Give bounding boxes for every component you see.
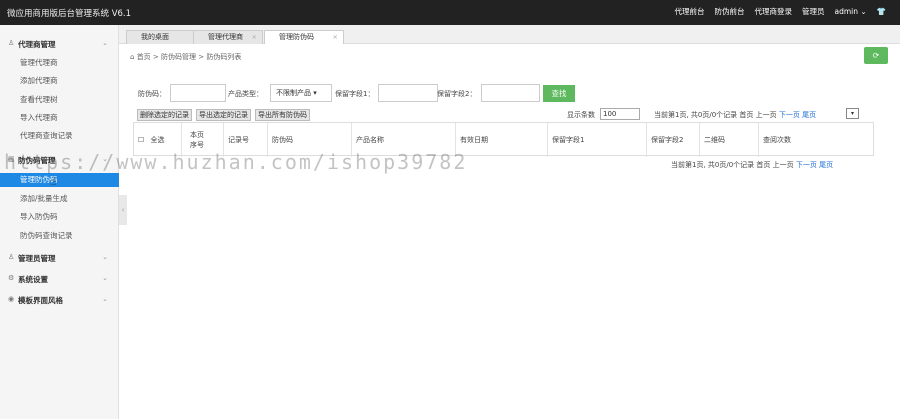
chevron-down-icon: ⌄ xyxy=(102,295,108,303)
header-label: 保留字段2 xyxy=(651,136,684,144)
sidebar-group-label: 管理员管理 xyxy=(18,254,56,263)
breadcrumb-sep: > xyxy=(198,53,205,61)
header-label: 保留字段1 xyxy=(552,136,585,144)
export-all-button[interactable]: 导出所有防伪码 xyxy=(255,109,310,121)
sidebar-group-label: 模板界面风格 xyxy=(18,296,63,305)
product-type-select[interactable]: 不限制产品 ▾ xyxy=(270,84,332,102)
tab-bar: 我的桌面 管理代理商 × 管理防伪码 × xyxy=(119,25,900,44)
sidebar-group-agent[interactable]: ♙ 代理商管理 ⌄ xyxy=(0,35,119,53)
close-icon[interactable]: × xyxy=(252,31,257,44)
sidebar-item-manage-agent[interactable]: 管理代理商 xyxy=(20,56,58,70)
tab-label: 我的桌面 xyxy=(141,33,169,41)
admin-menu[interactable]: admin ⌄ xyxy=(834,7,866,16)
pager-prev[interactable]: 上一页 xyxy=(756,111,777,119)
top-nav: 代理前台 防伪前台 代理商登录 管理员 admin ⌄ 👕 xyxy=(674,6,886,17)
delete-selected-button[interactable]: 删除选定的记录 xyxy=(137,109,192,121)
sidebar-group-label: 代理商管理 xyxy=(18,40,56,49)
sidebar-item-add-agent[interactable]: 添加代理商 xyxy=(20,74,58,88)
header-label: 二维码 xyxy=(704,136,725,144)
code-input[interactable] xyxy=(170,84,226,102)
header-label: 防伪码 xyxy=(272,136,293,144)
sidebar-item-import-code[interactable]: 导入防伪码 xyxy=(20,210,58,224)
page-size-input[interactable]: 100 xyxy=(600,108,640,120)
chevron-down-icon: ⌄ xyxy=(860,7,867,16)
export-selected-button[interactable]: 导出选定的记录 xyxy=(196,109,251,121)
tab-label: 管理代理商 xyxy=(208,33,243,41)
refresh-button[interactable]: ⟳ xyxy=(864,47,888,64)
header-label: 全选 xyxy=(150,136,165,144)
header-label: 记录号 xyxy=(228,136,249,144)
sidebar-item-agent-tree[interactable]: 查看代理树 xyxy=(20,93,58,107)
header-label: 本页序号 xyxy=(190,131,204,149)
admin-role: 管理员 xyxy=(801,7,825,16)
admin-name: admin xyxy=(834,7,858,16)
nav-agent-login[interactable]: 代理商登录 xyxy=(754,6,792,17)
home-icon: ⌂ xyxy=(130,53,135,61)
breadcrumb-home[interactable]: 首页 xyxy=(137,53,151,61)
chevron-down-icon: ⌄ xyxy=(102,253,108,261)
sidebar: ♙ 代理商管理 ⌄ 管理代理商 添加代理商 查看代理树 导入代理商 代理商查询记… xyxy=(0,25,119,419)
select-value: 不限制产品 xyxy=(276,89,311,97)
sidebar-item-code-query-log[interactable]: 防伪码查询记录 xyxy=(20,229,73,243)
watermark-text: https://www.huzhan.com/ishop39782 xyxy=(4,150,468,174)
search-button[interactable]: 查找 xyxy=(543,85,575,102)
app-title: 微应用商用版后台管理系统 V6.1 xyxy=(7,9,132,19)
breadcrumb-level2: 防伪码列表 xyxy=(206,53,242,61)
code-label: 防伪码： xyxy=(138,90,166,98)
header-label: 有效日期 xyxy=(460,136,488,144)
page-size-label: 显示条数 xyxy=(567,111,595,119)
sidebar-item-import-agent[interactable]: 导入代理商 xyxy=(20,111,58,125)
sidebar-item-add-code[interactable]: 添加/批量生成 xyxy=(20,192,68,206)
type-label: 产品类型： xyxy=(228,90,263,98)
breadcrumb-level1[interactable]: 防伪码管理 xyxy=(161,53,196,61)
pager-next[interactable]: 下一页 xyxy=(779,111,800,119)
sidebar-group-admin[interactable]: ♙ 管理员管理 ⌄ xyxy=(0,249,119,267)
breadcrumb-sep: > xyxy=(152,53,159,61)
page-jump-select[interactable]: ▾ xyxy=(846,108,859,119)
nav-agent-front[interactable]: 代理前台 xyxy=(674,6,704,17)
field1-input[interactable] xyxy=(378,84,438,102)
nav-code-front[interactable]: 防伪前台 xyxy=(714,6,744,17)
sidebar-collapse-handle[interactable]: ‹ xyxy=(119,195,127,225)
close-icon[interactable]: × xyxy=(333,31,338,44)
pager-info: 当前第1页, 共0页/0个记录 xyxy=(654,111,738,119)
pager-first[interactable]: 首页 xyxy=(739,111,753,119)
gear-icon: ⚙ xyxy=(8,274,15,282)
palette-icon: ◉ xyxy=(8,295,15,303)
caret-down-icon: ▾ xyxy=(313,89,317,97)
sidebar-item-agent-query-log[interactable]: 代理商查询记录 xyxy=(20,129,73,143)
hand-cursor-icon: ☝ xyxy=(50,175,57,188)
tab-desktop[interactable]: 我的桌面 xyxy=(126,30,198,44)
tab-manage-agent[interactable]: 管理代理商 × xyxy=(193,30,263,44)
tab-label: 管理防伪码 xyxy=(279,33,314,41)
refresh-icon: ⟳ xyxy=(872,51,880,60)
pager-top: 当前第1页, 共0页/0个记录 首页 上一页 下一页 尾页 xyxy=(654,110,816,120)
field2-label: 保留字段2： xyxy=(437,90,477,98)
pager-last[interactable]: 尾页 xyxy=(802,111,816,119)
sidebar-group-system[interactable]: ⚙ 系统设置 ⌄ xyxy=(0,270,119,288)
top-bar: 微应用商用版后台管理系统 V6.1 代理前台 防伪前台 代理商登录 管理员 ad… xyxy=(0,0,900,25)
chevron-down-icon: ⌄ xyxy=(102,274,108,282)
field2-input[interactable] xyxy=(481,84,540,102)
sidebar-group-theme[interactable]: ◉ 模板界面风格 ⌄ xyxy=(0,291,119,309)
breadcrumb: ⌂ 首页 > 防伪码管理 > 防伪码列表 xyxy=(130,52,241,62)
sidebar-group-label: 系统设置 xyxy=(18,275,48,284)
tab-manage-code[interactable]: 管理防伪码 × xyxy=(264,30,344,44)
user-icon: ♙ xyxy=(8,253,15,261)
header-label: 查阅次数 xyxy=(763,136,791,144)
chevron-down-icon: ⌄ xyxy=(102,39,108,47)
header-label: 产品名称 xyxy=(356,136,384,144)
field1-label: 保留字段1： xyxy=(335,90,375,98)
shirt-icon[interactable]: 👕 xyxy=(877,7,886,16)
user-icon: ♙ xyxy=(8,39,15,47)
